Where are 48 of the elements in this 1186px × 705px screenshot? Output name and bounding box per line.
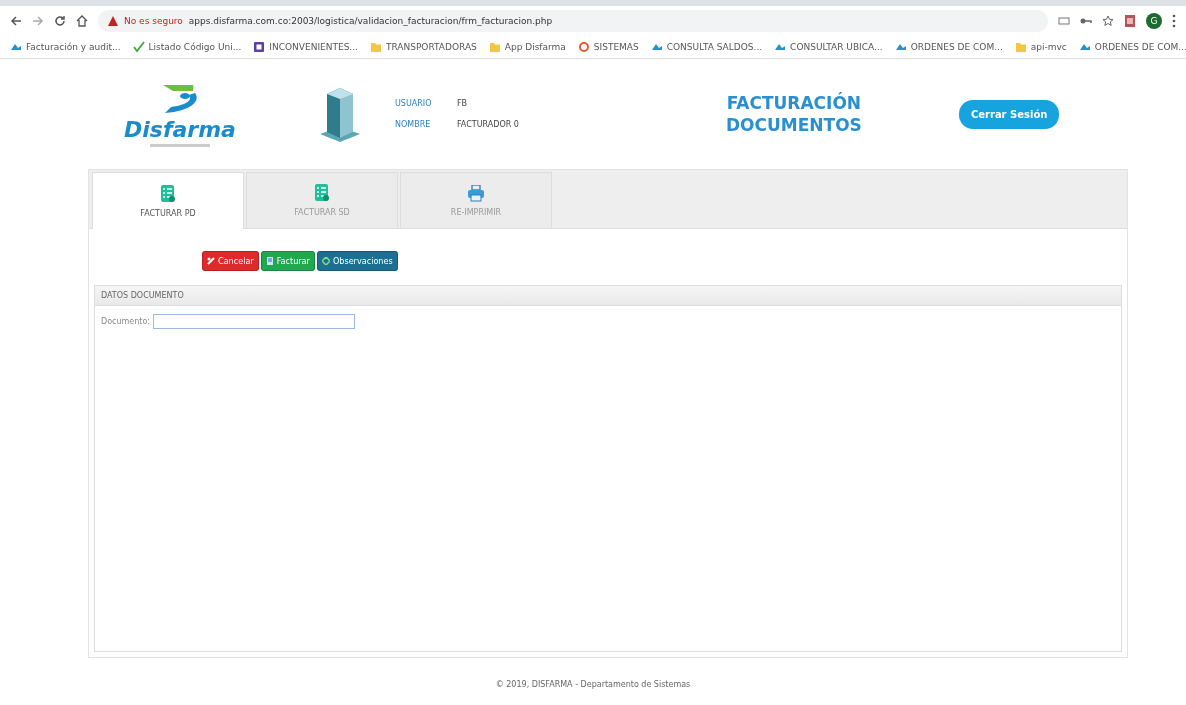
panel-title: DATOS DOCUMENTO bbox=[101, 291, 184, 300]
footer-text: © 2019, DISFARMA - Departamento de Sistemas bbox=[495, 680, 691, 689]
action-button[interactable]: Observaciones bbox=[316, 251, 398, 271]
bookmark[interactable]: CONSULTA SALDOS... bbox=[650, 41, 763, 53]
security-label: No es seguro bbox=[124, 16, 183, 26]
bookmark[interactable]: TRANSPORTADORAS bbox=[369, 41, 477, 53]
bookmark[interactable]: ORDENES DE COM... bbox=[894, 41, 1003, 53]
home-icon[interactable] bbox=[76, 15, 88, 27]
checklist-icon bbox=[161, 184, 175, 203]
field-label: Documento: bbox=[101, 317, 151, 326]
ring-icon bbox=[577, 41, 590, 53]
warning-icon bbox=[108, 16, 118, 26]
address-bar[interactable]: No es seguro apps.disfarma.com.co:2003/logistica/validacion_facturacion/frm_facturacion.php bbox=[98, 10, 1048, 32]
diamond-icon bbox=[321, 257, 330, 265]
tab[interactable]: FACTURAR PD bbox=[92, 172, 244, 229]
checkmark-icon bbox=[132, 41, 145, 53]
page-title: FACTURACIÓN bbox=[725, 92, 863, 114]
page-title: DOCUMENTOS bbox=[724, 114, 863, 136]
bookmark[interactable]: Facturación y audit... bbox=[10, 41, 121, 53]
url-text: apps.disfarma.com.co:2003/logistica/validacion_facturacion/frm_facturacion.php bbox=[188, 16, 553, 26]
logo-wordmark: Disfarma bbox=[124, 117, 236, 142]
field-value: FB bbox=[457, 99, 469, 108]
more-icon[interactable] bbox=[1172, 14, 1176, 28]
folder-icon bbox=[488, 41, 501, 53]
bookmark[interactable]: SISTEMAS bbox=[577, 41, 639, 53]
printer-icon bbox=[468, 184, 484, 202]
bookmark[interactable]: ORDENES DE COM... bbox=[1078, 41, 1186, 53]
field-label: NOMBRE bbox=[395, 120, 432, 129]
document-icon bbox=[265, 257, 274, 265]
bookmark[interactable]: Listado Código Uni... bbox=[132, 41, 242, 53]
bookmark[interactable]: INCONVENIENTES... bbox=[253, 41, 358, 53]
field-value: FACTURADOR 0 bbox=[457, 120, 519, 129]
extension-icon[interactable] bbox=[1124, 14, 1136, 28]
folder-icon bbox=[1014, 41, 1027, 53]
checklist-icon bbox=[315, 184, 329, 202]
back-icon[interactable] bbox=[10, 15, 22, 27]
bookmark[interactable]: CONSULTAR UBICA... bbox=[774, 41, 883, 53]
bookmark[interactable]: api-mvc bbox=[1014, 41, 1067, 53]
reload-icon[interactable] bbox=[54, 15, 66, 27]
profile-avatar[interactable]: G bbox=[1146, 13, 1162, 29]
star-icon[interactable] bbox=[1102, 15, 1114, 27]
bookmark[interactable]: App Disfarma bbox=[488, 41, 566, 53]
logo-tagline-mark bbox=[150, 144, 210, 147]
action-button[interactable]: Cancelar bbox=[202, 251, 259, 271]
folder-icon bbox=[369, 41, 382, 53]
field-label: USUARIO bbox=[395, 99, 433, 108]
document-field[interactable] bbox=[153, 314, 356, 329]
app-icon bbox=[253, 41, 266, 53]
